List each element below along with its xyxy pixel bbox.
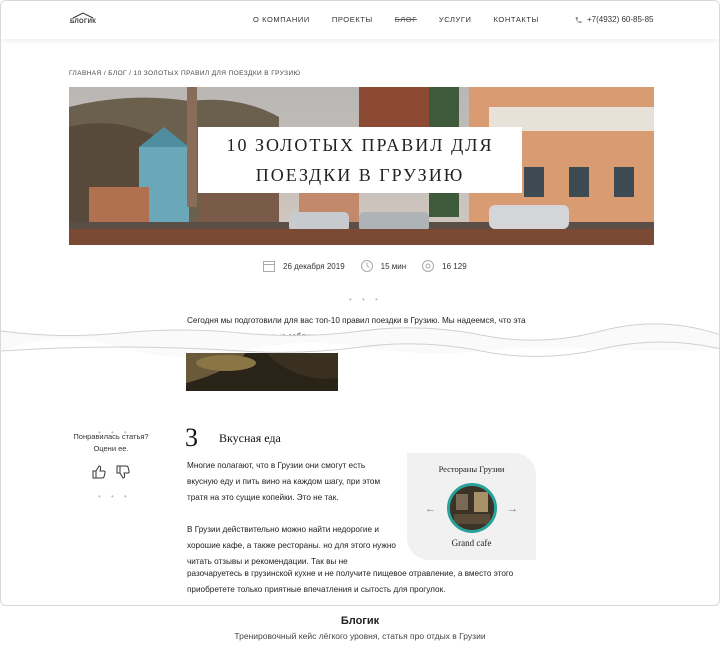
like-prompt: Оцени ее. — [93, 444, 129, 453]
footer-subtitle: Тренировочный кейс лёгкого уровня, стать… — [234, 631, 486, 641]
page-title: 10 ЗОЛОТЫХ ПРАВИЛ ДЛЯ ПОЕЗДКИ В ГРУЗИЮ — [210, 130, 510, 190]
page-title-line-1: 10 ЗОЛОТЫХ ПРАВИЛ ДЛЯ — [226, 135, 494, 155]
page-tear-divider — [1, 323, 719, 358]
logo-text: БЛОГИК — [70, 19, 97, 25]
calendar-icon — [263, 261, 275, 272]
section-number: 3 — [185, 423, 198, 452]
nav-item-blog[interactable]: БЛОГ — [395, 15, 417, 24]
breadcrumb: ГЛАВНАЯ / БЛОГ / 10 ЗОЛОТЫХ ПРАВИЛ ДЛЯ П… — [69, 70, 301, 77]
nav-item-about[interactable]: О КОМПАНИИ — [253, 15, 310, 24]
logo[interactable]: БЛОГИК — [70, 12, 97, 25]
restaurant-card: Рестораны Грузии ← → Grand cafe — [407, 453, 536, 560]
house-icon — [72, 12, 94, 19]
meta-date-text: 26 декабря 2019 — [283, 261, 345, 271]
nav-item-services[interactable]: УСЛУГИ — [439, 15, 472, 24]
article-photo — [186, 353, 338, 391]
phone-number: +7(4932) 60-85-85 — [587, 15, 654, 24]
nav-item-projects[interactable]: ПРОЕКТЫ — [332, 15, 373, 24]
meta-views-text: 16 129 — [442, 261, 467, 271]
arrow-left-icon[interactable]: ← — [425, 503, 436, 515]
phone-link[interactable]: +7(4932) 60-85-85 — [575, 15, 654, 24]
main-nav: О КОМПАНИИ ПРОЕКТЫ БЛОГ УСЛУГИ КОНТАКТЫ — [253, 15, 561, 24]
card-title: Рестораны Грузии — [438, 464, 505, 474]
meta-date: 26 декабря 2019 — [263, 260, 345, 272]
like-dots-bottom: • • • — [98, 492, 131, 501]
section-title: Вкусная еда — [219, 431, 281, 445]
hero-banner: 10 ЗОЛОТЫХ ПРАВИЛ ДЛЯ ПОЕЗДКИ В ГРУЗИЮ — [69, 87, 654, 245]
meta-read-time: 15 мин — [360, 260, 407, 272]
thumbs-up-icon[interactable] — [92, 465, 106, 483]
card-restaurant-name: Grand cafe — [451, 538, 492, 548]
divider-dots: • • • — [349, 295, 382, 304]
footer-title: Блогик — [340, 615, 380, 627]
page-frame: БЛОГИК О КОМПАНИИ ПРОЕКТЫ БЛОГ УСЛУГИ КО… — [0, 0, 720, 606]
article-meta: 26 декабря 2019 15 мин 16 129 — [263, 260, 483, 272]
hero-title-box: 10 ЗОЛОТЫХ ПРАВИЛ ДЛЯ ПОЕЗДКИ В ГРУЗИЮ — [198, 127, 522, 193]
restaurant-photo[interactable] — [447, 483, 497, 533]
arrow-right-icon[interactable]: → — [507, 503, 518, 515]
section-paragraph-2: В Грузии действительно можно найти недор… — [187, 525, 396, 566]
section-paragraph-1: Многие полагают, что в Грузии они смогут… — [187, 461, 381, 502]
like-question: Понравилась статья? — [73, 432, 149, 441]
thumbs-down-icon[interactable] — [116, 465, 130, 483]
views-icon — [422, 260, 435, 272]
page-title-line-2: ПОЕЗДКИ В ГРУЗИЮ — [255, 165, 465, 185]
like-block: Понравилась статья? Оцени ее. — [63, 431, 159, 483]
nav-item-contacts[interactable]: КОНТАКТЫ — [494, 15, 539, 24]
clock-icon — [360, 260, 373, 272]
site-header: БЛОГИК О КОМПАНИИ ПРОЕКТЫ БЛОГ УСЛУГИ КО… — [1, 1, 719, 39]
phone-icon — [575, 16, 582, 23]
section-paragraph-3: разочаруетесь в грузинской кухне и не по… — [187, 569, 514, 594]
meta-views: 16 129 — [422, 260, 467, 272]
meta-read-time-text: 15 мин — [380, 261, 407, 271]
like-buttons — [63, 465, 159, 483]
